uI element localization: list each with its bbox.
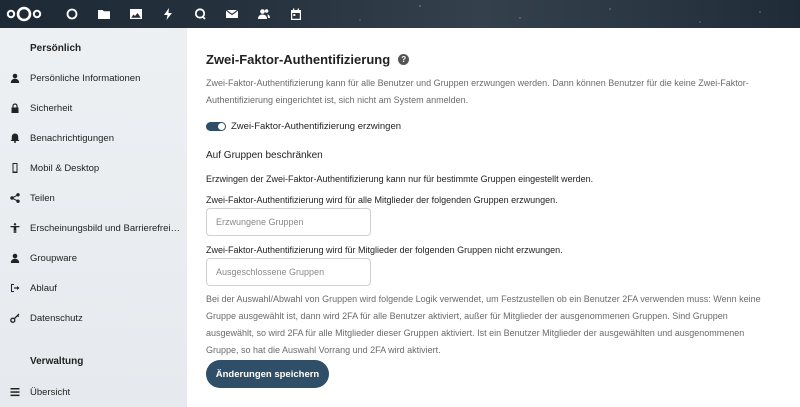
sidebar-item-sharing[interactable]: Teilen [0,187,187,209]
calendar-icon[interactable] [280,0,312,28]
excluded-groups-input[interactable] [206,258,371,286]
help-icon[interactable]: ? [398,54,410,65]
save-changes-button[interactable]: Änderungen speichern [206,360,329,388]
photos-icon[interactable] [120,0,152,28]
contacts-icon[interactable] [248,0,280,28]
list-icon [0,387,30,397]
groupware-icon [0,253,30,263]
enforced-groups-input[interactable] [206,208,371,236]
key-icon [0,313,30,323]
files-icon[interactable] [88,0,120,28]
sidebar-item-label: Sicherheit [30,102,73,114]
accessibility-icon [0,223,30,233]
section-title-admin: Verwaltung [30,356,84,367]
sidebar-item-privacy[interactable]: Datenschutz [0,307,187,329]
sidebar-item-label: Datenschutz [30,312,83,324]
sidebar-item-accessibility[interactable]: Erscheinungsbild und Barrierefreiheit [0,217,187,239]
description-text: Zwei-Faktor-Authentifizierung kann für a… [206,78,749,105]
settings-sidebar: Persönlich Persönliche Informationen Sic… [0,28,187,407]
user-icon [0,73,30,83]
restrict-groups-text: Erzwingen der Zwei-Faktor-Authentifizier… [206,174,594,184]
lock-icon [0,103,30,113]
sidebar-item-label: Persönliche Informationen [30,72,141,84]
sidebar-item-personal-info[interactable]: Persönliche Informationen [0,67,187,89]
dashboard-icon[interactable] [56,0,88,28]
enforce-toggle-label: Zwei-Faktor-Authentifizierung erzwingen [231,121,402,132]
sidebar-item-groupware[interactable]: Groupware [0,247,187,269]
flow-icon [0,283,30,293]
enforce-toggle-row[interactable]: Zwei-Faktor-Authentifizierung erzwingen [206,121,401,132]
sidebar-item-label: Übersicht [30,386,71,398]
sidebar-item-label: Ablauf [30,282,57,294]
phone-icon [0,163,30,173]
nextcloud-logo[interactable] [6,5,42,23]
sidebar-item-label: Teilen [30,192,55,204]
excluded-groups-label: Zwei-Faktor-Authentifizierung wird für M… [206,245,563,255]
sidebar-item-label: Erscheinungsbild und Barrierefreiheit [30,222,180,234]
sidebar-item-label: Benachrichtigungen [30,132,114,144]
restrict-groups-heading: Auf Gruppen beschränken [206,150,323,161]
sidebar-item-mobile-desktop[interactable]: Mobil & Desktop [0,157,187,179]
sidebar-item-security[interactable]: Sicherheit [0,97,187,119]
page-title: Zwei-Faktor-Authentifizierung ? [206,52,410,67]
sidebar-item-notifications[interactable]: Benachrichtigungen [0,127,187,149]
page-title-text: Zwei-Faktor-Authentifizierung [206,52,391,67]
activity-icon[interactable] [152,0,184,28]
section-title-personal: Persönlich [30,43,82,54]
sidebar-item-label: Groupware [30,252,77,264]
bell-icon [0,133,30,143]
mail-icon[interactable] [216,0,248,28]
sidebar-item-overview[interactable]: Übersicht [0,381,187,403]
sidebar-item-label: Mobil & Desktop [30,162,100,174]
sidebar-item-flow[interactable]: Ablauf [0,277,187,299]
enforce-toggle-switch[interactable] [206,122,226,131]
main-content: Zwei-Faktor-Authentifizierung ? Zwei-Fak… [187,28,800,407]
top-header [0,0,800,28]
share-icon [0,193,30,203]
search-icon[interactable] [184,0,216,28]
enforced-groups-label: Zwei-Faktor-Authentifizierung wird für a… [206,195,558,205]
group-logic-text: Bei der Auswahl/Abwahl von Gruppen wird … [206,294,761,355]
